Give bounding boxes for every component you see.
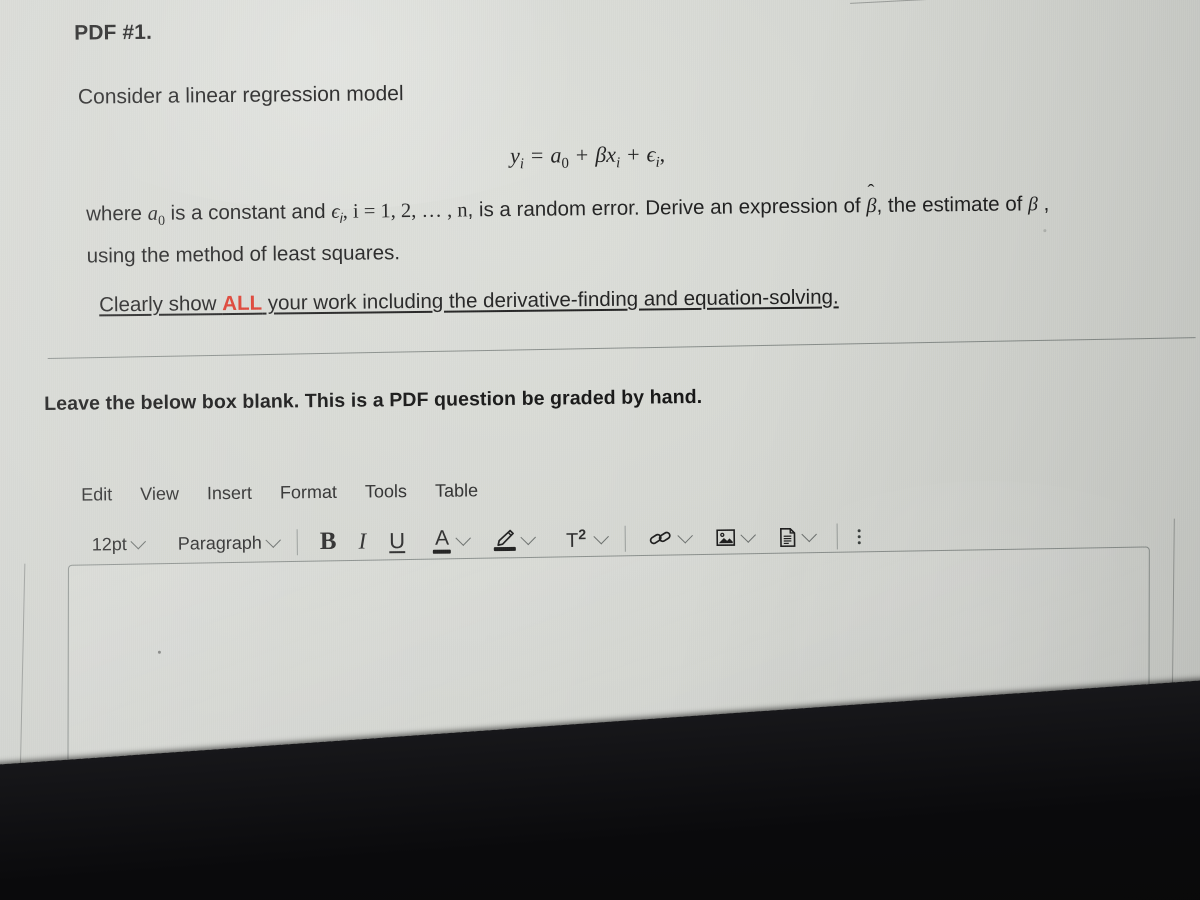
superscript-exponent: 2	[578, 526, 587, 543]
chevron-down-icon	[265, 532, 282, 548]
menu-item-format[interactable]: Format	[280, 482, 337, 504]
menu-item-table[interactable]: Table	[435, 480, 478, 501]
text-color-dropdown[interactable]: A	[426, 526, 475, 557]
menu-item-edit[interactable]: Edit	[81, 484, 112, 505]
superscript-dropdown[interactable]: T2	[552, 524, 613, 555]
toolbar-separator	[836, 523, 839, 550]
link-icon	[648, 529, 674, 549]
insert-link-dropdown[interactable]	[642, 526, 697, 551]
highlight-color-dropdown[interactable]	[487, 527, 540, 554]
chevron-down-icon	[130, 533, 147, 550]
menu-item-tools[interactable]: Tools	[365, 481, 407, 502]
menu-item-view[interactable]: View	[140, 484, 179, 505]
block-format-value: Paragraph	[177, 532, 262, 554]
document-icon	[778, 527, 798, 548]
dust-speck	[157, 650, 161, 654]
bold-button[interactable]: B	[310, 528, 347, 556]
toolbar-separator	[624, 526, 627, 553]
chevron-down-icon	[520, 529, 537, 546]
highlight-pen-icon	[493, 529, 517, 551]
toolbar-separator	[296, 529, 298, 556]
block-format-dropdown[interactable]: Paragraph	[172, 530, 285, 556]
underline-button[interactable]: U	[378, 528, 416, 554]
superscript-letter: T	[565, 529, 579, 553]
chevron-down-icon	[801, 526, 818, 543]
font-size-dropdown[interactable]: 12pt	[86, 532, 150, 558]
chevron-down-icon	[593, 528, 610, 545]
text-color-icon: A	[432, 527, 452, 554]
menu-item-insert[interactable]: Insert	[207, 483, 252, 504]
font-size-value: 12pt	[91, 533, 127, 555]
dust-speck	[1043, 229, 1047, 233]
superscript-icon: T2	[558, 526, 590, 553]
monitor-photo: PDF #1. Consider a linear regression mod…	[0, 0, 1200, 900]
insert-document-dropdown[interactable]	[772, 524, 821, 550]
editor-menubar: Edit View Insert Format Tools Table	[81, 480, 478, 505]
italic-button[interactable]: I	[346, 529, 378, 555]
chevron-down-icon	[455, 530, 472, 546]
chevron-down-icon	[740, 527, 757, 543]
image-icon	[715, 528, 737, 548]
chevron-down-icon	[677, 527, 694, 544]
more-options-icon[interactable]	[850, 529, 869, 545]
insert-image-dropdown[interactable]	[709, 526, 760, 551]
